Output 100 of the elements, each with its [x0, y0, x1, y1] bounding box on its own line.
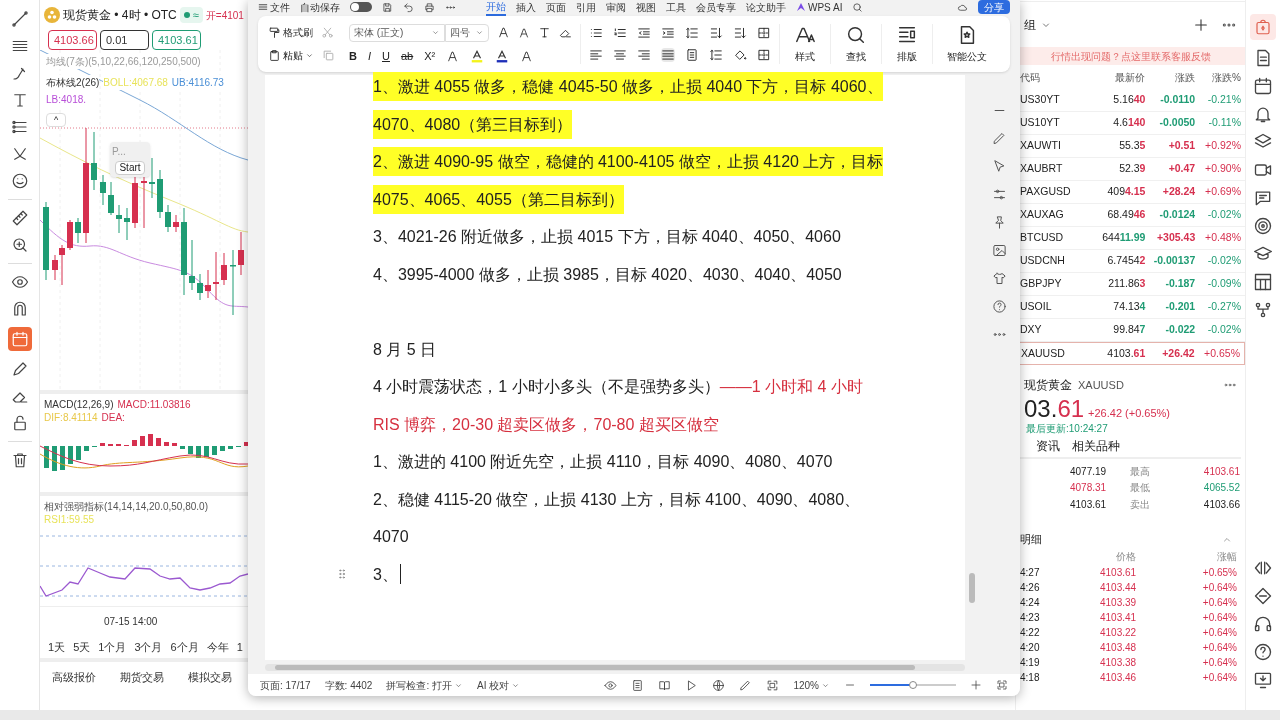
calendar-icon[interactable]	[1253, 76, 1273, 96]
select-cursor-icon[interactable]	[992, 159, 1007, 174]
ai-proofread-button[interactable]: AI 校对	[476, 677, 521, 693]
autosave-toggle[interactable]	[350, 2, 372, 12]
numbered-list-icon[interactable]	[613, 26, 627, 40]
spacing-icon[interactable]	[685, 26, 699, 40]
download-icon[interactable]	[1253, 670, 1273, 690]
trading-tab[interactable]: 高级报价	[52, 668, 96, 686]
indent-icon[interactable]	[661, 26, 675, 40]
column-header[interactable]: 涨跌	[1145, 69, 1196, 85]
ribbon-big-button[interactable]: 排版	[890, 24, 924, 64]
eye-icon[interactable]	[10, 273, 29, 291]
calendar-tool-button[interactable]	[7, 327, 32, 351]
ribbon-big-button[interactable]: 样式	[788, 24, 822, 64]
range-button[interactable]: 今年	[206, 638, 229, 656]
line-spacing-icon[interactable]	[709, 48, 723, 62]
align-center-icon[interactable]	[613, 48, 627, 62]
format-button[interactable]: ab	[400, 47, 414, 65]
trash-icon[interactable]	[10, 451, 29, 469]
borders-icon[interactable]	[757, 48, 771, 62]
justify-button[interactable]	[661, 48, 675, 62]
column-header[interactable]: 最新价	[1089, 69, 1146, 85]
font-color-icon[interactable]	[495, 49, 510, 63]
table-icon[interactable]	[757, 26, 771, 40]
file-menu[interactable]: 文件	[258, 0, 290, 15]
range-button[interactable]: 1天	[48, 638, 66, 656]
diamond-icon[interactable]	[1253, 586, 1273, 606]
bullet-list-icon[interactable]	[589, 26, 603, 40]
ribbon-tab[interactable]: 工具	[666, 0, 686, 15]
headset-icon[interactable]	[1253, 614, 1273, 634]
ribbon-big-button[interactable]: 智能公文	[941, 24, 993, 64]
outdent-icon[interactable]	[637, 26, 651, 40]
image-icon[interactable]	[992, 243, 1007, 258]
undo-icon[interactable]	[403, 1, 414, 13]
zoom-slider-thumb[interactable]	[909, 681, 917, 689]
web-view-icon[interactable]	[712, 678, 726, 692]
page-count[interactable]: 页面: 17/17	[260, 677, 311, 693]
range-button[interactable]: 1	[236, 638, 243, 656]
watchlist-nav-button[interactable]	[1250, 14, 1276, 40]
range-button[interactable]: 6个月	[170, 638, 199, 656]
shading-icon[interactable]	[733, 48, 747, 62]
ribbon-tab[interactable]: 引用	[576, 0, 596, 15]
help-icon[interactable]	[1253, 642, 1273, 662]
font-size-select[interactable]: 四号	[445, 23, 489, 42]
spell-check-button[interactable]: 拼写检查: 打开	[386, 677, 463, 693]
table-icon[interactable]	[1253, 272, 1273, 292]
pin-icon[interactable]	[992, 215, 1007, 230]
collapse-button[interactable]: ^	[46, 113, 66, 127]
outline-view-icon[interactable]	[658, 678, 672, 692]
ribbon-tab[interactable]: 视图	[636, 0, 656, 15]
write-icon[interactable]	[739, 678, 753, 692]
fullscreen-icon[interactable]	[996, 679, 1008, 691]
column-header[interactable]: 涨跌%	[1195, 69, 1241, 85]
pen-icon[interactable]	[992, 131, 1007, 146]
format-button[interactable]: B	[349, 47, 357, 65]
range-button[interactable]: 1个月	[98, 638, 127, 656]
ribbon-tab[interactable]: 插入	[516, 0, 536, 15]
zoom-slider[interactable]	[870, 680, 956, 690]
horizontal-scrollbar-thumb[interactable]	[275, 664, 915, 670]
page-view-icon[interactable]	[631, 678, 645, 692]
price-box[interactable]: 0.01	[100, 30, 149, 50]
align-right-icon[interactable]	[637, 48, 651, 62]
font-family-select[interactable]: 宋体 (正文)	[349, 23, 445, 42]
align-left-icon[interactable]	[589, 48, 603, 62]
detail-tab[interactable]: 资讯	[1036, 437, 1060, 455]
shirt-icon[interactable]	[992, 271, 1007, 286]
format-button[interactable]: I	[367, 47, 371, 65]
target-icon[interactable]	[1253, 216, 1273, 236]
highlight-color-icon[interactable]	[470, 49, 485, 63]
shrink-font-icon[interactable]	[518, 26, 530, 39]
range-button[interactable]: 5天	[73, 638, 91, 656]
network-icon[interactable]	[1253, 300, 1273, 320]
watchlist-group-label[interactable]: 组	[1024, 15, 1036, 34]
scrollbar-thumb[interactable]	[969, 573, 975, 603]
print-icon[interactable]	[424, 1, 435, 13]
format-button[interactable]: U	[382, 47, 390, 65]
eye-icon[interactable]	[604, 678, 618, 692]
sliders-icon[interactable]	[992, 187, 1007, 202]
ribbon-tab[interactable]: 会员专享	[696, 0, 736, 15]
fit-page-icon[interactable]	[766, 678, 780, 692]
column-header[interactable]: 代码	[1020, 69, 1090, 85]
share-button[interactable]: 分享	[978, 0, 1010, 14]
trading-tab[interactable]: 期货交易	[120, 668, 164, 686]
word-count[interactable]: 字数: 4402	[324, 677, 373, 693]
start-button[interactable]: Start	[115, 161, 145, 175]
grow-font-icon[interactable]	[497, 26, 510, 40]
play-icon[interactable]	[685, 678, 699, 692]
ruler-icon[interactable]	[10, 209, 29, 227]
trend-line-icon[interactable]	[10, 10, 29, 28]
zoom-in-icon[interactable]	[10, 236, 29, 254]
trading-tab[interactable]: 模拟交易	[188, 668, 232, 686]
detail-tab[interactable]: 相关品种	[1072, 437, 1120, 455]
emoji-icon[interactable]	[10, 172, 29, 190]
ribbon-tab[interactable]: 审阅	[606, 0, 626, 15]
format-painter-button[interactable]: 格式刷	[268, 25, 313, 40]
paste-button[interactable]: 粘贴	[268, 48, 314, 63]
ribbon-tab[interactable]: 页面	[546, 0, 566, 15]
price-box[interactable]: 4103.66	[48, 30, 97, 50]
ribbon-big-button[interactable]: 查找	[839, 24, 873, 64]
wps-ai-button[interactable]: WPS AI	[796, 0, 843, 15]
